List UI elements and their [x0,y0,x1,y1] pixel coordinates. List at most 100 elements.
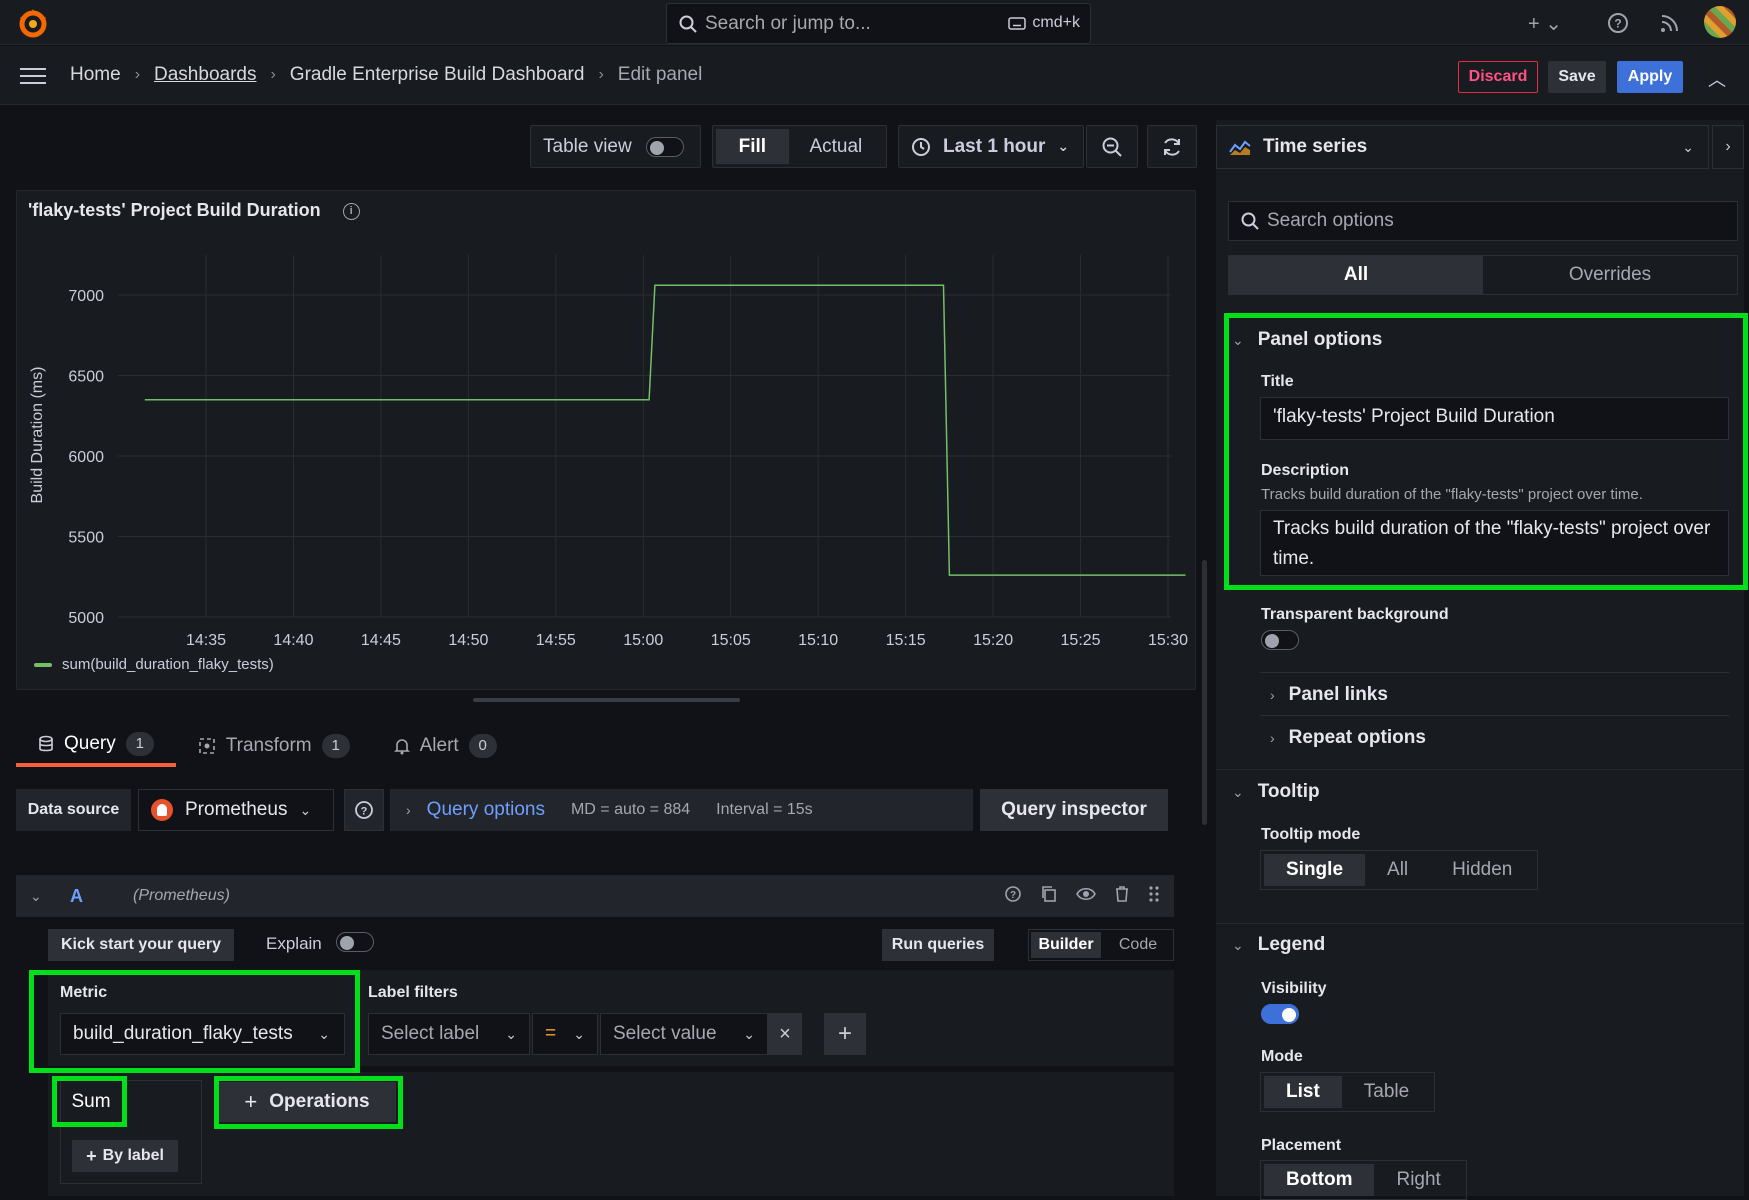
tab-overrides[interactable]: Overrides [1483,256,1737,294]
actual-option[interactable]: Actual [789,129,883,164]
tooltip-mode-radio: Single All Hidden [1260,850,1539,890]
by-label-button[interactable]: + By label [72,1140,178,1172]
editor-mode-radio: Builder Code [1028,929,1174,961]
apply-button[interactable]: Apply [1617,61,1683,93]
legend-mode-table[interactable]: Table [1342,1076,1431,1108]
discard-button[interactable]: Discard [1458,61,1538,93]
add-filter-plus-icon[interactable]: + [824,1013,866,1055]
datasource-help-button[interactable]: ? [344,789,384,831]
panel-resize-handle[interactable] [473,698,740,702]
search-icon [679,15,697,33]
global-search-input[interactable]: Search or jump to... cmd+k [666,3,1091,44]
legend-visibility-label: Visibility [1261,980,1327,997]
legend-visibility-toggle[interactable] [1261,1004,1299,1024]
tooltip-header[interactable]: ⌄ Tooltip [1232,781,1320,803]
tooltip-mode-single[interactable]: Single [1264,854,1366,886]
breadcrumb-dashboard[interactable]: Gradle Enterprise Build Dashboard [290,64,585,86]
y-tick-label: 7000 [68,288,104,305]
title-input[interactable]: 'flaky-tests' Project Build Duration [1260,397,1729,440]
add-new-icon[interactable]: + ⌄ [1528,11,1562,36]
select-value-dropdown[interactable]: Select value ⌄ [600,1013,768,1055]
transparent-background-label: Transparent background [1261,606,1449,623]
clock-icon [912,137,930,156]
repeat-options-header[interactable]: › Repeat options [1270,727,1426,749]
tab-all[interactable]: All [1229,256,1483,294]
run-queries-button[interactable]: Run queries [882,929,994,961]
y-tick-label: 5500 [68,530,104,547]
legend-section-title: Legend [1257,934,1326,955]
svg-text:?: ? [1614,17,1621,31]
news-feed-icon[interactable] [1660,13,1680,33]
grafana-logo-icon[interactable] [16,7,50,39]
eye-icon[interactable] [1076,885,1096,903]
select-label-dropdown[interactable]: Select label ⌄ [368,1013,530,1055]
drag-handle-icon[interactable] [1148,885,1160,903]
collapse-chevron-icon[interactable]: ⌄ [30,888,42,905]
menu-icon[interactable] [20,68,46,84]
help-icon[interactable]: ? [1004,885,1022,903]
tooltip-mode-hidden[interactable]: Hidden [1430,854,1534,886]
x-tick-label: 14:45 [361,632,401,649]
add-operations-button[interactable]: + Operations [218,1082,396,1122]
series-line [144,284,1186,576]
explain-toggle[interactable] [336,932,374,952]
code-option[interactable]: Code [1103,930,1173,960]
table-view-switch[interactable] [645,136,684,157]
panel-links-header[interactable]: › Panel links [1270,684,1388,706]
chart-legend[interactable]: sum(build_duration_flaky_tests) [34,656,274,673]
help-icon[interactable]: ? [1607,12,1629,34]
options-search-placeholder: Search options [1267,210,1394,231]
remove-filter-close-icon[interactable]: × [768,1013,802,1055]
y-tick-label: 6000 [68,449,104,466]
tooltip-mode-all[interactable]: All [1365,854,1430,886]
metric-select[interactable]: build_duration_flaky_tests ⌄ [60,1013,345,1055]
query-row-header[interactable]: ⌄ A (Prometheus) ? [16,875,1174,917]
builder-option[interactable]: Builder [1031,932,1101,958]
collapse-chevron-up-icon[interactable]: ︿ [1708,66,1726,92]
chevron-down-icon: ⌄ [1232,783,1244,800]
explain-label: Explain [266,934,322,953]
refresh-button[interactable] [1147,125,1197,168]
breadcrumb-dashboards[interactable]: Dashboards [154,64,256,86]
x-tick-label: 15:30 [1148,632,1188,649]
query-inspector-button[interactable]: Query inspector [980,789,1168,831]
legend-placement-bottom[interactable]: Bottom [1264,1164,1375,1196]
datasource-select[interactable]: Prometheus ⌄ [138,789,334,831]
legend-placement-right[interactable]: Right [1374,1164,1462,1196]
query-options[interactable]: › Query options MD = auto = 884 Interval… [390,789,973,831]
options-tabs: All Overrides [1228,255,1738,295]
sum-operation-label[interactable]: Sum [60,1082,122,1122]
query-ref-id[interactable]: A [70,886,83,907]
time-series-chart[interactable]: 5000 5500 6000 6500 7000 14:35 14:40 14:45 14:50… [16,240,1196,650]
label-filters-label: Label filters [368,984,458,1001]
plus-icon: + [244,1089,258,1114]
tab-alert[interactable]: Alert 0 [372,725,519,767]
visualization-picker[interactable]: Time series ⌄ [1216,125,1709,169]
legend-header[interactable]: ⌄ Legend [1232,934,1325,956]
options-search-input[interactable]: Search options [1228,201,1738,241]
query-options-label[interactable]: Query options [427,799,545,821]
select-value-placeholder: Select value [613,1023,717,1044]
time-range-picker[interactable]: Last 1 hour ⌄ [898,125,1084,168]
breadcrumb-home[interactable]: Home [70,64,121,86]
duplicate-icon[interactable] [1040,885,1058,903]
save-button[interactable]: Save [1548,61,1606,93]
search-icon [1241,212,1259,230]
panel-options-header[interactable]: ⌄ Panel options [1232,329,1382,351]
vertical-scrollbar[interactable] [1202,560,1207,825]
table-view-toggle[interactable]: Table view [530,125,701,168]
transparent-background-toggle[interactable] [1261,630,1299,650]
chevron-right-icon[interactable]: › [1712,125,1744,169]
legend-mode-list[interactable]: List [1264,1076,1342,1108]
description-textarea[interactable]: Tracks build duration of the "flaky-test… [1260,510,1729,576]
operator-dropdown[interactable]: = ⌄ [532,1013,598,1055]
trash-icon[interactable] [1114,885,1130,903]
x-tick-label: 14:35 [186,632,226,649]
kick-start-query-button[interactable]: Kick start your query [48,929,234,961]
tab-query[interactable]: Query 1 [16,725,176,767]
user-avatar[interactable] [1704,6,1736,38]
fill-option[interactable]: Fill [716,129,789,164]
zoom-out-button[interactable] [1086,125,1138,168]
tab-transform[interactable]: Transform 1 [176,725,372,767]
info-icon[interactable]: i [342,202,360,220]
